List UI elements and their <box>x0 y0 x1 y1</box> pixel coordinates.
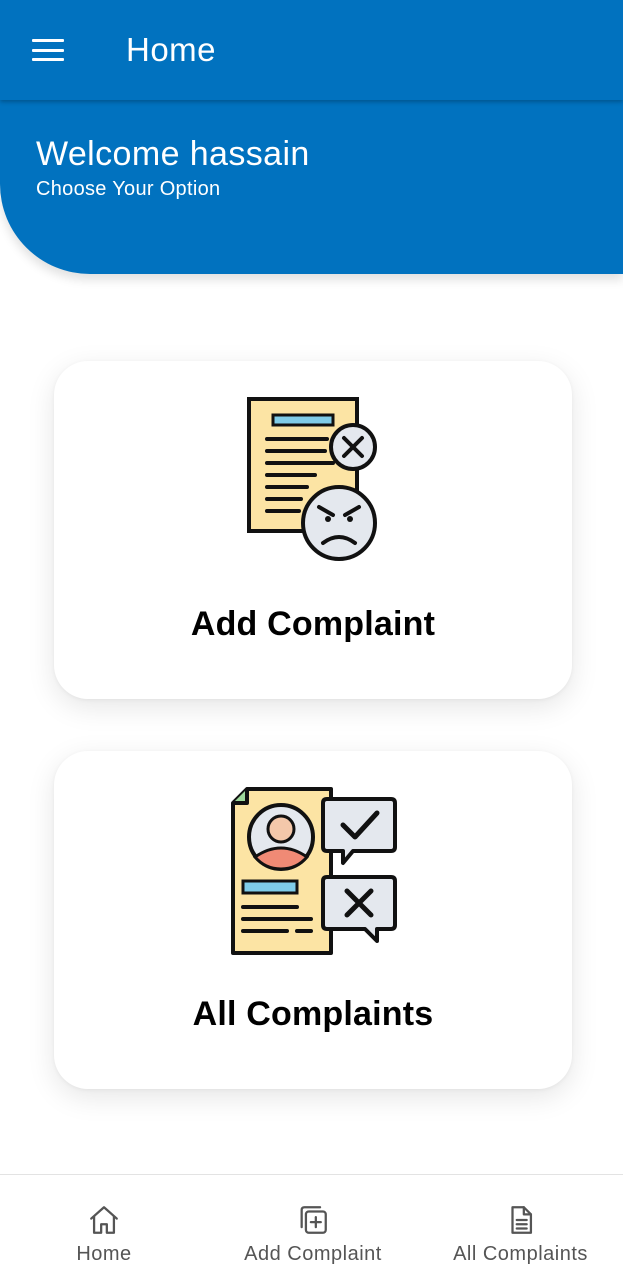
add-square-icon <box>300 1206 327 1234</box>
angry-document-icon <box>54 395 572 565</box>
nav-item-home[interactable]: Home <box>0 1175 208 1281</box>
page-title: Home <box>126 31 217 68</box>
nav-label-add-complaint: Add Complaint <box>244 1243 382 1265</box>
home-icon <box>90 1206 118 1234</box>
document-icon <box>510 1206 532 1234</box>
profile-document-feedback-icon <box>54 785 572 957</box>
welcome-title: Welcome hassain <box>36 135 310 173</box>
add-complaint-card[interactable]: Add Complaint <box>54 361 572 699</box>
all-complaints-card[interactable]: All Complaints <box>54 751 572 1089</box>
hamburger-menu-icon[interactable] <box>32 37 66 63</box>
app-bar: Home <box>0 0 623 100</box>
all-complaints-label: All Complaints <box>192 995 434 1033</box>
add-complaint-label: Add Complaint <box>190 605 436 643</box>
nav-item-add-complaint[interactable]: Add Complaint <box>208 1175 418 1281</box>
nav-label-home: Home <box>76 1243 132 1265</box>
nav-label-all-complaints: All Complaints <box>453 1243 588 1265</box>
nav-item-all-complaints[interactable]: All Complaints <box>418 1175 623 1281</box>
bottom-navigation: Home Add Complaint All Complaints <box>0 1174 623 1281</box>
home-screen: Home Welcome hassain Choose Your Option <box>0 0 623 1281</box>
welcome-subtitle: Choose Your Option <box>36 178 221 200</box>
welcome-header: Welcome hassain Choose Your Option <box>0 100 623 274</box>
